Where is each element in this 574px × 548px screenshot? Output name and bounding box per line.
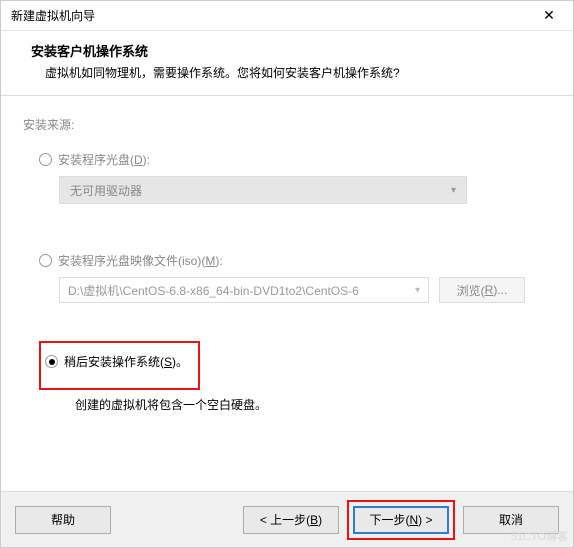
content-area: 安装来源: 安装程序光盘(D): 无可用驱动器 ▾ 安装程序光盘映像文件(iso… (1, 96, 573, 491)
highlight-selected: 稍后安装操作系统(S)。 (39, 341, 200, 390)
header: 安装客户机操作系统 虚拟机如同物理机，需要操作系统。您将如何安装客户机操作系统? (1, 31, 573, 96)
header-title: 安装客户机操作系统 (31, 41, 551, 60)
iso-path-value: D:\虚拟机\CentOS-6.8-x86_64-bin-DVD1to2\Cen… (68, 282, 359, 299)
footer: 帮助 < 上一步(B) 下一步(N) > 取消 (1, 491, 573, 547)
next-button[interactable]: 下一步(N) > (353, 506, 449, 534)
radio-icon (39, 254, 52, 267)
radio-icon (45, 355, 58, 368)
option-install-later-help: 创建的虚拟机将包含一个空白硬盘。 (75, 396, 551, 413)
highlight-next: 下一步(N) > (347, 500, 455, 540)
browse-button[interactable]: 浏览(R)... (439, 277, 525, 303)
drive-combo-value: 无可用驱动器 (70, 182, 142, 199)
option-install-later-group: 稍后安装操作系统(S)。 创建的虚拟机将包含一个空白硬盘。 (39, 341, 551, 413)
option-install-later-label: 稍后安装操作系统(S)。 (64, 353, 188, 370)
wizard-dialog: 新建虚拟机向导 ✕ 安装客户机操作系统 虚拟机如同物理机，需要操作系统。您将如何… (0, 0, 574, 548)
option-install-disc-label: 安装程序光盘(D): (58, 151, 150, 168)
window-title: 新建虚拟机向导 (11, 7, 529, 24)
option-install-iso-label: 安装程序光盘映像文件(iso)(M): (58, 252, 223, 269)
option-install-later[interactable]: 稍后安装操作系统(S)。 (45, 353, 188, 370)
install-source-label: 安装来源: (23, 116, 551, 133)
chevron-down-icon: ▾ (451, 185, 456, 196)
titlebar: 新建虚拟机向导 ✕ (1, 1, 573, 31)
drive-combo[interactable]: 无可用驱动器 ▾ (59, 176, 467, 204)
radio-icon (39, 153, 52, 166)
option-install-disc[interactable]: 安装程序光盘(D): 无可用驱动器 ▾ (39, 151, 551, 204)
chevron-down-icon: ▾ (415, 285, 420, 296)
iso-path-input[interactable]: D:\虚拟机\CentOS-6.8-x86_64-bin-DVD1to2\Cen… (59, 277, 429, 303)
watermark: 51CTO博客 (511, 528, 568, 544)
help-button[interactable]: 帮助 (15, 506, 111, 534)
header-subtitle: 虚拟机如同物理机，需要操作系统。您将如何安装客户机操作系统? (31, 64, 551, 81)
option-install-iso[interactable]: 安装程序光盘映像文件(iso)(M): D:\虚拟机\CentOS-6.8-x8… (39, 252, 551, 303)
close-icon[interactable]: ✕ (529, 2, 569, 30)
back-button[interactable]: < 上一步(B) (243, 506, 339, 534)
